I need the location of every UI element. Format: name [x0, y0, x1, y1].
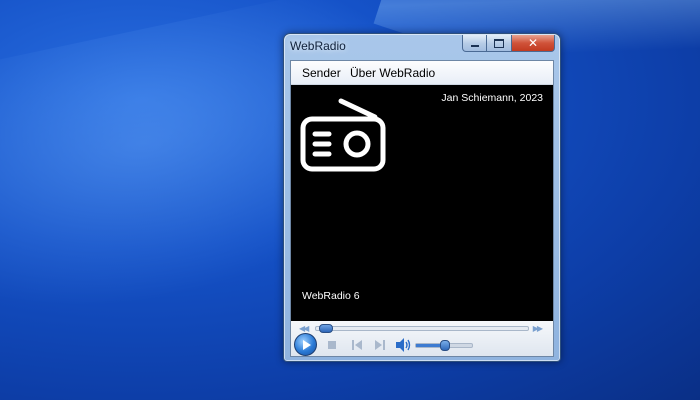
player-controls: ◀◀ ▶▶: [291, 321, 553, 356]
title-bar[interactable]: WebRadio ✕: [284, 34, 560, 60]
volume-slider[interactable]: [415, 340, 473, 351]
volume-thumb[interactable]: [440, 340, 450, 351]
radio-display: Jan Schiemann, 2023 WebRadio 6: [291, 85, 553, 321]
menu-bar: Sender Über WebRadio: [291, 61, 553, 85]
close-button[interactable]: ✕: [512, 35, 555, 52]
author-credit: Jan Schiemann, 2023: [441, 92, 543, 104]
play-button[interactable]: [294, 333, 317, 356]
menu-item-about[interactable]: Über WebRadio: [350, 66, 435, 80]
seek-back-icon: ◀◀: [299, 324, 309, 333]
next-button[interactable]: [374, 340, 386, 350]
play-icon: [303, 340, 311, 350]
minimize-button[interactable]: [462, 35, 487, 52]
close-icon: ✕: [527, 36, 539, 50]
previous-button[interactable]: [351, 340, 363, 350]
maximize-icon: [494, 38, 504, 48]
seek-bar[interactable]: [315, 324, 529, 333]
menu-item-sender[interactable]: Sender: [302, 66, 341, 80]
maximize-button[interactable]: [487, 35, 512, 52]
radio-icon: [300, 98, 386, 172]
client-area: Sender Über WebRadio Jan Schiemann, 2023…: [290, 60, 554, 357]
seek-thumb[interactable]: [319, 324, 334, 333]
seek-forward-icon: ▶▶: [532, 324, 543, 333]
window-title: WebRadio: [290, 39, 346, 53]
caption-buttons: ✕: [462, 35, 555, 52]
minimize-icon: [470, 45, 479, 47]
webradio-window: WebRadio ✕ Sender Über WebRadio Jan Schi…: [283, 33, 561, 362]
stop-button[interactable]: [328, 341, 336, 349]
volume-icon[interactable]: [395, 338, 411, 352]
station-name: WebRadio 6: [302, 290, 360, 302]
